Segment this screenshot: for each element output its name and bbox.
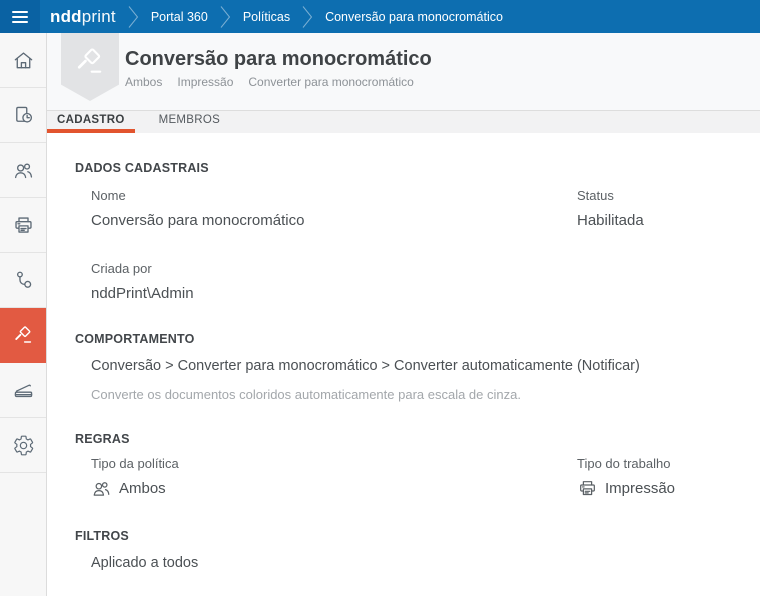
field-label-tipo-trabalho: Tipo do trabalho: [577, 456, 740, 471]
users-icon: [91, 478, 112, 499]
main-panel: Conversão para monocromático Ambos Impre…: [47, 33, 760, 596]
breadcrumb-separator-icon: [128, 5, 139, 29]
field-label-criada-por: Criada por: [91, 261, 740, 276]
field-value-status: Habilitada: [577, 212, 740, 229]
printer-icon: [12, 214, 35, 237]
tipo-trabalho-text: Impressão: [605, 480, 675, 497]
gavel-icon: [12, 324, 35, 347]
section-regras: REGRAS Tipo da política: [75, 432, 740, 499]
sidebar-item-settings[interactable]: [0, 418, 46, 473]
section-title: DADOS CADASTRAIS: [75, 161, 740, 175]
breadcrumb-separator-icon: [220, 5, 231, 29]
report-clock-icon: [12, 104, 35, 127]
scanner-icon: [12, 379, 35, 402]
breadcrumb-item-politicas[interactable]: Políticas: [243, 10, 290, 24]
breadcrumb-item-current: Conversão para monocromático: [325, 10, 503, 24]
printer-icon: [577, 478, 598, 499]
sidebar-item-reports[interactable]: [0, 88, 46, 143]
nddprint-logo[interactable]: nddprint: [50, 7, 116, 27]
sidebar-nav: [0, 33, 47, 596]
field-value-nome: Conversão para monocromático: [91, 212, 577, 229]
tag-converter: Converter para monocromático: [248, 75, 413, 89]
tab-membros[interactable]: MEMBROS: [149, 111, 231, 133]
section-filtros: FILTROS Aplicado a todos: [75, 529, 740, 571]
field-value-tipo-trabalho: Impressão: [577, 478, 740, 499]
sidebar-item-home[interactable]: [0, 33, 46, 88]
field-label-tipo-politica: Tipo da política: [91, 456, 577, 471]
filtros-value: Aplicado a todos: [91, 555, 740, 571]
breadcrumb-separator-icon: [302, 5, 313, 29]
field-value-criada-por: nddPrint\Admin: [91, 285, 740, 302]
tab-cadastro[interactable]: CADASTRO: [47, 111, 135, 133]
section-dados-cadastrais: DADOS CADASTRAIS Nome Conversão para mon…: [75, 161, 740, 302]
behavior-path: Conversão > Converter para monocromático…: [91, 358, 740, 374]
page-header: Conversão para monocromático Ambos Impre…: [47, 33, 760, 110]
gear-icon: [12, 434, 35, 457]
section-title: REGRAS: [75, 432, 740, 446]
policy-tags: Ambos Impressão Converter para monocromá…: [125, 75, 760, 89]
tag-impressao: Impressão: [177, 75, 233, 89]
field-label-nome: Nome: [91, 188, 577, 203]
logo-text-bold: ndd: [50, 7, 82, 26]
tag-ambos: Ambos: [125, 75, 162, 89]
section-title: FILTROS: [75, 529, 740, 543]
sidebar-item-hierarchy[interactable]: [0, 253, 46, 308]
sidebar-item-printers[interactable]: [0, 198, 46, 253]
home-icon: [12, 49, 35, 72]
top-bar: nddprint Portal 360 Políticas Conversão …: [0, 0, 760, 33]
logo-text-light: print: [82, 7, 116, 26]
field-value-tipo-politica: Ambos: [91, 478, 577, 499]
page-title: Conversão para monocromático: [125, 48, 760, 70]
behavior-description: Converte os documentos coloridos automat…: [91, 387, 740, 402]
section-title: COMPORTAMENTO: [75, 332, 740, 346]
gavel-shield-icon: [61, 33, 119, 101]
tab-bar: CADASTRO MEMBROS: [47, 110, 760, 133]
sidebar-item-policies[interactable]: [0, 308, 46, 363]
sidebar-item-scanner[interactable]: [0, 363, 46, 418]
field-label-status: Status: [577, 188, 740, 203]
tab-content-cadastro: DADOS CADASTRAIS Nome Conversão para mon…: [47, 133, 760, 596]
section-comportamento: COMPORTAMENTO Conversão > Converter para…: [75, 332, 740, 402]
hamburger-menu-button[interactable]: [0, 0, 40, 33]
breadcrumb-item-portal360[interactable]: Portal 360: [151, 10, 208, 24]
tipo-politica-text: Ambos: [119, 480, 166, 497]
hierarchy-icon: [12, 269, 35, 292]
users-icon: [12, 159, 35, 182]
sidebar-item-users[interactable]: [0, 143, 46, 198]
